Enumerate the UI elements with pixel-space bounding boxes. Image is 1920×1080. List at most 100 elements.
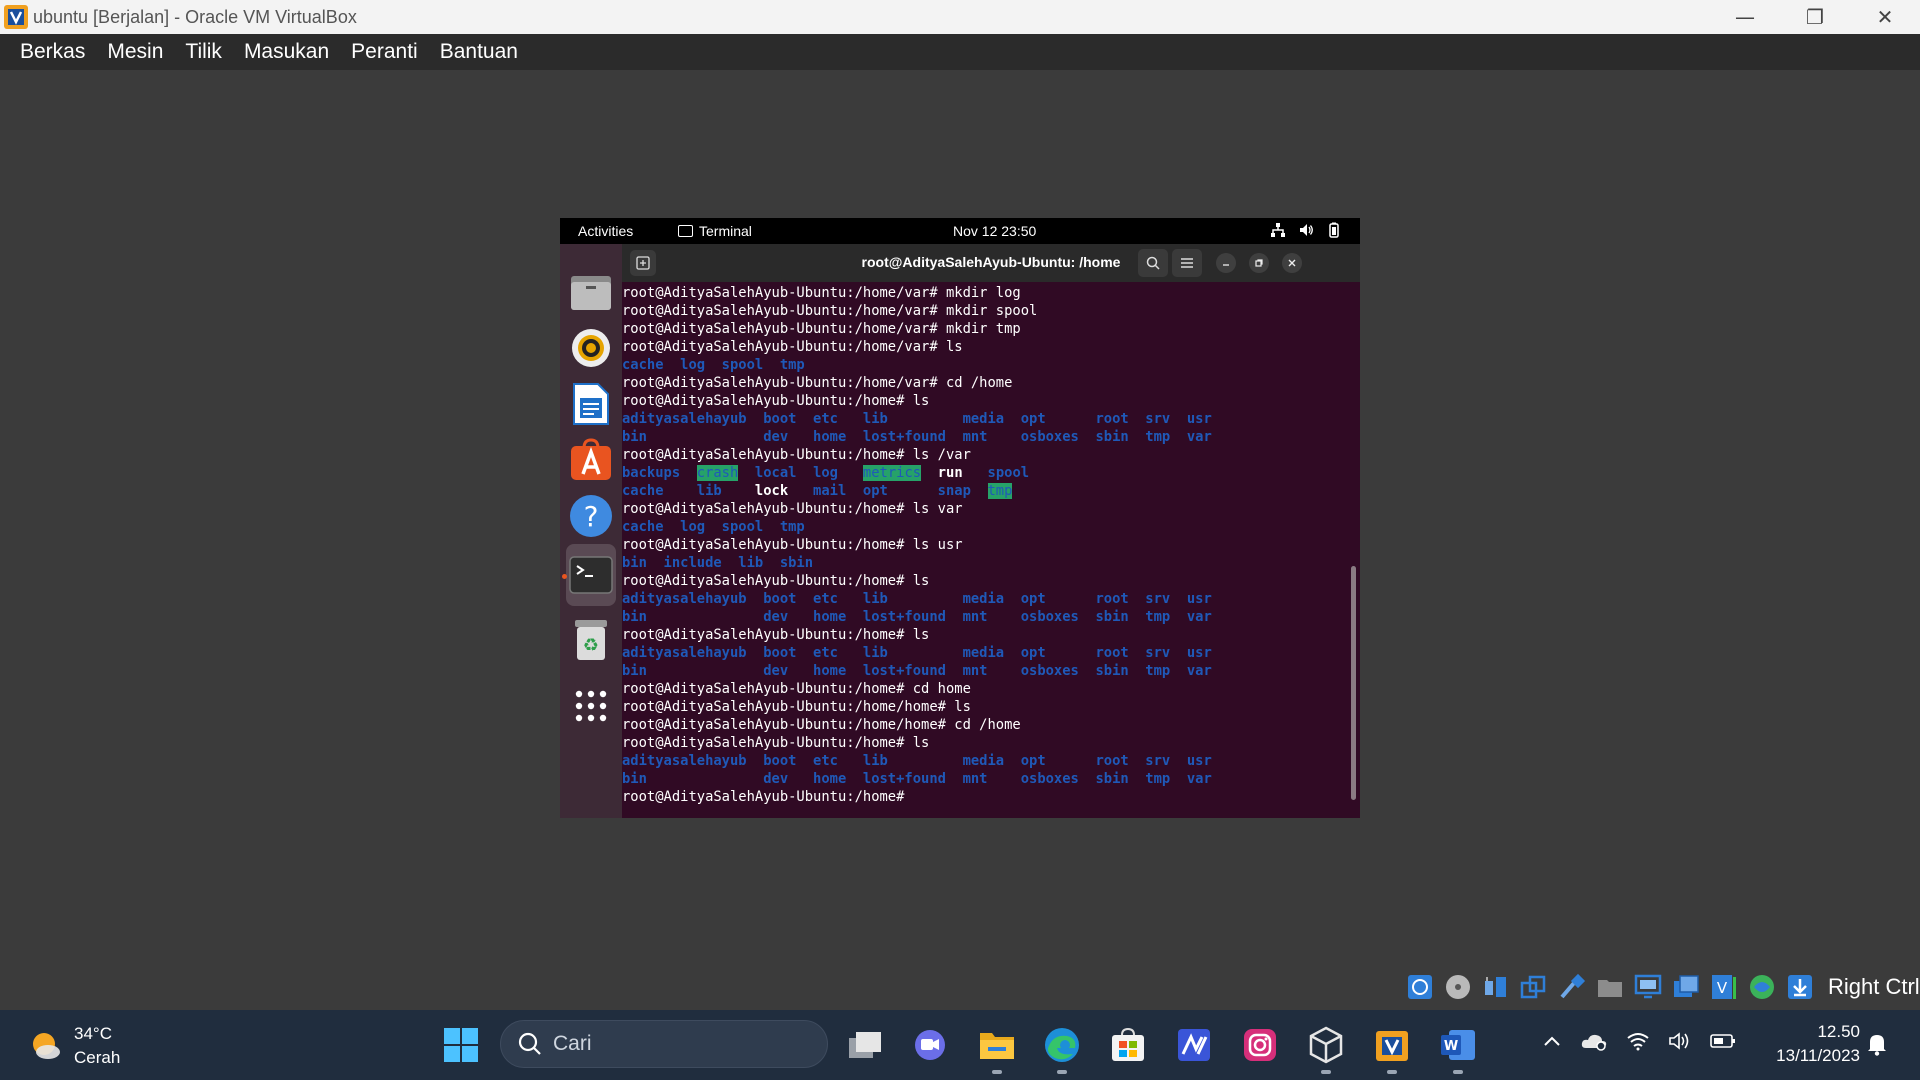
dock-app-center[interactable] — [566, 432, 616, 488]
host-key-label: Right Ctrl — [1828, 974, 1920, 999]
dock-rhythmbox[interactable] — [566, 320, 616, 376]
terminal-text: root@AdityaSalehAyub-Ubuntu:/home/var# c… — [622, 375, 1013, 391]
status-usb[interactable] — [1556, 972, 1588, 1002]
activities-button[interactable]: Activities — [578, 223, 633, 239]
status-display[interactable] — [1632, 972, 1664, 1002]
status-shared-folders[interactable] — [1594, 972, 1626, 1002]
taskbar-mathway[interactable] — [1173, 1024, 1215, 1066]
taskbar-virtualbox[interactable] — [1371, 1024, 1413, 1074]
status-optical-drive[interactable] — [1442, 972, 1474, 1002]
vm-display[interactable]: Activities Terminal Nov 12 23:50 ? ♻ roo… — [560, 218, 1360, 818]
virtualbox-icon — [1376, 1031, 1408, 1061]
dock-files[interactable] — [566, 264, 616, 320]
chevron-up-icon[interactable] — [1542, 1034, 1562, 1048]
terminal-text: local log — [738, 465, 863, 481]
terminal-output[interactable]: root@AdityaSalehAyub-Ubuntu:/home/var# m… — [622, 284, 1347, 818]
terminal-text: root@AdityaSalehAyub-Ubuntu:/home# ls — [622, 627, 930, 643]
dock-show-apps[interactable] — [566, 678, 616, 734]
menu-masukan[interactable]: Masukan — [233, 40, 340, 64]
terminal-text: cache log spool tmp — [622, 357, 805, 373]
menu-mesin[interactable]: Mesin — [96, 40, 174, 64]
taskbar-file-explorer[interactable] — [976, 1024, 1018, 1074]
taskbar-ms-store[interactable] — [1107, 1024, 1149, 1066]
status-recording[interactable] — [1670, 972, 1702, 1002]
app-menu[interactable]: Terminal — [678, 223, 752, 239]
hard-disk-icon — [1408, 975, 1432, 999]
terminal-line: root@AdityaSalehAyub-Ubuntu:/home# ls — [622, 626, 1347, 644]
volume-icon — [1300, 224, 1313, 236]
status-hard-disk[interactable] — [1404, 972, 1436, 1002]
wifi-icon[interactable] — [1626, 1031, 1650, 1051]
terminal-text: run — [937, 465, 963, 481]
terminal-text: root@AdityaSalehAyub-Ubuntu:/home/var# l… — [622, 339, 963, 355]
speaker-icon[interactable] — [1668, 1031, 1692, 1051]
menu-bantuan[interactable]: Bantuan — [429, 40, 529, 64]
taskbar-task-view[interactable] — [844, 1024, 886, 1066]
running-indicator — [1453, 1070, 1463, 1074]
menu-berkas[interactable]: Berkas — [9, 40, 96, 64]
gnome-clock[interactable]: Nov 12 23:50 — [953, 223, 1036, 239]
terminal-line: root@AdityaSalehAyub-Ubuntu:/home# ls va… — [622, 500, 1347, 518]
dock-writer[interactable] — [566, 376, 616, 432]
terminal-text: root@AdityaSalehAyub-Ubuntu:/home# ls — [622, 573, 930, 589]
taskbar-clock[interactable]: 12.50 13/11/2023 — [1750, 1020, 1860, 1068]
terminal-restore-button[interactable] — [1249, 253, 1269, 273]
taskbar-instagram[interactable] — [1239, 1024, 1281, 1066]
onedrive-cloud-icon[interactable] — [1580, 1030, 1608, 1052]
display-icon — [1634, 974, 1662, 999]
virtualbox-icon — [4, 5, 28, 29]
terminal-minimize-button[interactable] — [1216, 253, 1236, 273]
word-icon: W — [1441, 1030, 1475, 1060]
terminal-line: root@AdityaSalehAyub-Ubuntu:/home# cd ho… — [622, 680, 1347, 698]
dock-help[interactable]: ? — [566, 488, 616, 544]
taskbar-teams-chat[interactable] — [909, 1024, 951, 1066]
terminal-text: adityasalehayub boot etc lib media opt r… — [622, 591, 1212, 607]
restore-button[interactable]: ❐ — [1780, 0, 1850, 34]
terminal-header-bar[interactable]: root@AdityaSalehAyub-Ubuntu: /home — [622, 244, 1360, 282]
status-vt-x[interactable]: V — [1708, 972, 1740, 1002]
taskbar-3d-app[interactable] — [1305, 1024, 1347, 1074]
menu-tilik[interactable]: Tilik — [174, 40, 233, 64]
trash-icon: ♻ — [575, 620, 607, 660]
taskbar-edge[interactable] — [1041, 1024, 1083, 1074]
vt-x-icon: V — [1712, 975, 1736, 999]
vbox-status-bar: V Right Ctrl — [1404, 970, 1920, 1004]
status-audio[interactable] — [1480, 972, 1512, 1002]
terminal-menu-button[interactable] — [1172, 249, 1202, 277]
status-mouse-integration[interactable] — [1746, 972, 1778, 1002]
windows-start-icon[interactable] — [443, 1027, 479, 1063]
usb-icon — [1560, 973, 1586, 999]
terminal-text: root@AdityaSalehAyub-Ubuntu:/home# — [622, 789, 913, 805]
terminal-close-button[interactable] — [1282, 253, 1302, 273]
terminal-line: adityasalehayub boot etc lib media opt r… — [622, 752, 1347, 770]
taskbar-search-box[interactable]: Cari — [500, 1020, 828, 1068]
terminal-icon — [569, 556, 613, 594]
clock-date: 13/11/2023 — [1776, 1046, 1860, 1065]
terminal-line: bin dev home lost+found mnt osboxes sbin… — [622, 662, 1347, 680]
system-tray[interactable] — [1270, 222, 1342, 238]
terminal-search-button[interactable] — [1138, 249, 1168, 277]
weather-widget[interactable]: 34°C Cerah — [28, 1022, 120, 1070]
dock-terminal[interactable] — [566, 544, 616, 606]
instagram-icon — [1244, 1029, 1276, 1061]
dock-trash[interactable]: ♻ — [566, 612, 616, 668]
terminal-line: root@AdityaSalehAyub-Ubuntu:/home/var# m… — [622, 302, 1347, 320]
terminal-text: root@AdityaSalehAyub-Ubuntu:/home/var# m… — [622, 303, 1038, 319]
terminal-line: cache log spool tmp — [622, 356, 1347, 374]
minimize-button[interactable]: — — [1710, 0, 1780, 34]
terminal-window[interactable]: root@AdityaSalehAyub-Ubuntu: /home root@… — [622, 244, 1360, 818]
terminal-line: adityasalehayub boot etc lib media opt r… — [622, 590, 1347, 608]
battery-icon — [1329, 222, 1339, 238]
terminal-text: root@AdityaSalehAyub-Ubuntu:/home# cd ho… — [622, 681, 971, 697]
battery-icon[interactable] — [1710, 1033, 1736, 1049]
taskbar-word[interactable]: W — [1437, 1024, 1479, 1074]
weather-description: Cerah — [74, 1048, 121, 1067]
menu-peranti[interactable]: Peranti — [340, 40, 429, 64]
help-icon: ? — [570, 495, 612, 537]
terminal-scrollbar[interactable] — [1351, 566, 1356, 800]
status-keyboard-capture[interactable] — [1784, 972, 1816, 1002]
notification-bell-icon[interactable] — [1866, 1032, 1888, 1056]
minimize-icon — [1223, 264, 1229, 266]
status-network[interactable] — [1518, 972, 1550, 1002]
close-button[interactable]: ✕ — [1850, 0, 1920, 34]
